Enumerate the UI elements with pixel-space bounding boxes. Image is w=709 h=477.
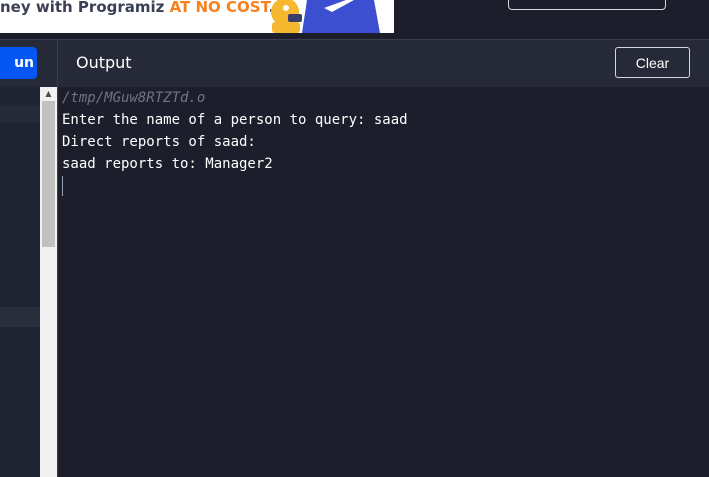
scrollbar-thumb[interactable] [42, 101, 55, 247]
top-bar: ney with Programiz AT NO COST. [0, 0, 709, 39]
editor-line-highlight [0, 105, 40, 123]
console-line: Direct reports of saad: [62, 134, 256, 150]
editor-scrollbar[interactable]: ▲ [40, 87, 57, 477]
header-row: un Output Clear [0, 39, 709, 88]
top-right-button[interactable] [508, 0, 666, 10]
editor-pane[interactable] [0, 87, 40, 477]
console-line: saad reports to: Manager2 [62, 156, 273, 172]
clear-button[interactable]: Clear [615, 47, 690, 78]
text-cursor [62, 176, 63, 196]
output-console[interactable]: /tmp/MGuw8RTZTd.o Enter the name of a pe… [58, 87, 709, 477]
console-line: Enter the name of a person to query: saa… [62, 112, 408, 128]
banner-text-prefix: ney with Programiz [0, 0, 170, 16]
banner-illustration [271, 0, 380, 33]
header-divider [57, 40, 58, 88]
run-button[interactable]: un [0, 47, 37, 79]
editor-line-highlight [0, 307, 40, 327]
promo-banner[interactable]: ney with Programiz AT NO COST. [0, 0, 394, 33]
console-line-path: /tmp/MGuw8RTZTd.o [62, 90, 206, 106]
banner-text: ney with Programiz AT NO COST. [0, 0, 274, 15]
run-button-label: un [14, 55, 34, 71]
banner-text-accent: AT NO COST [169, 0, 269, 16]
output-title: Output [76, 53, 132, 72]
scroll-up-arrow-icon[interactable]: ▲ [40, 87, 57, 101]
